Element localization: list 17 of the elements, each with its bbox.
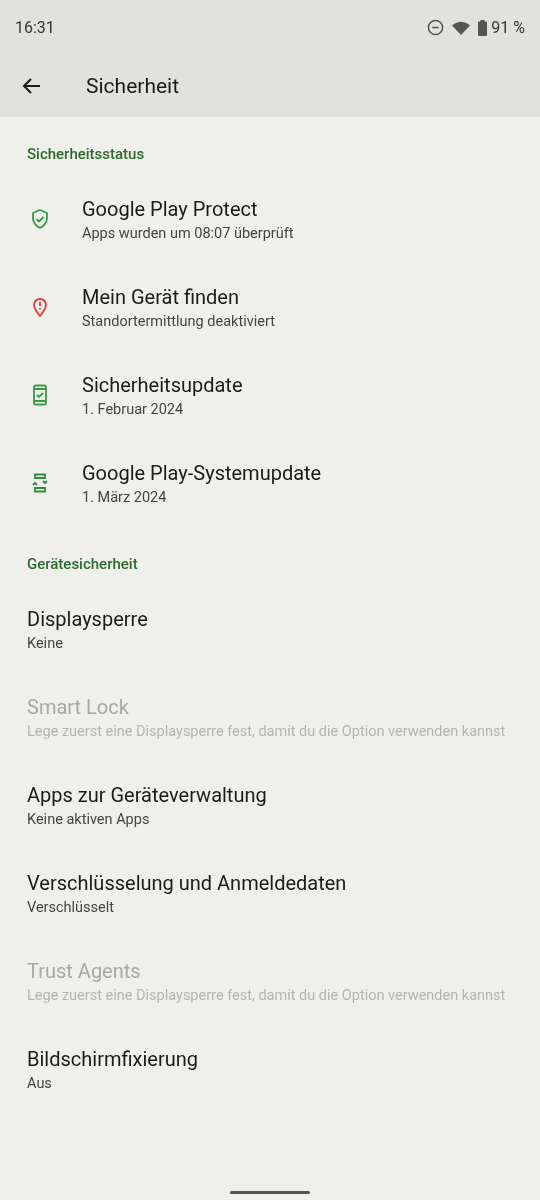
section-header: Gerätesicherheit (26, 554, 139, 575)
settings-item[interactable]: Mein Gerät finden Standortermittlung deaktiviert (0, 263, 540, 351)
settings-item[interactable]: Google Play Protect Apps wurden um 08:07 überprüft (0, 175, 540, 263)
battery-icon (478, 19, 488, 36)
wifi-icon (452, 20, 471, 35)
clock: 16:31 (15, 18, 55, 37)
settings-item[interactable]: Google Play-Systemupdate 1. März 2024 (0, 439, 540, 527)
settings-item[interactable]: Sicherheitsupdate 1. Februar 2024 (0, 351, 540, 439)
settings-item[interactable]: Bildschirmfixierung Aus (0, 1025, 540, 1113)
do-not-disturb-icon (427, 19, 445, 36)
section-header: Sicherheitsstatus (26, 144, 146, 165)
settings-item[interactable]: Displaysperre Keine (0, 585, 540, 673)
page-title: Sicherheit (86, 74, 180, 98)
battery-percentage: 91 % (491, 18, 525, 37)
gesture-handle[interactable] (230, 1191, 310, 1194)
settings-item[interactable]: Verschlüsselung und Anmeldedaten Verschlüsselt (0, 849, 540, 937)
settings-item[interactable]: Apps zur Geräteverwaltung Keine aktiven Apps (0, 761, 540, 849)
